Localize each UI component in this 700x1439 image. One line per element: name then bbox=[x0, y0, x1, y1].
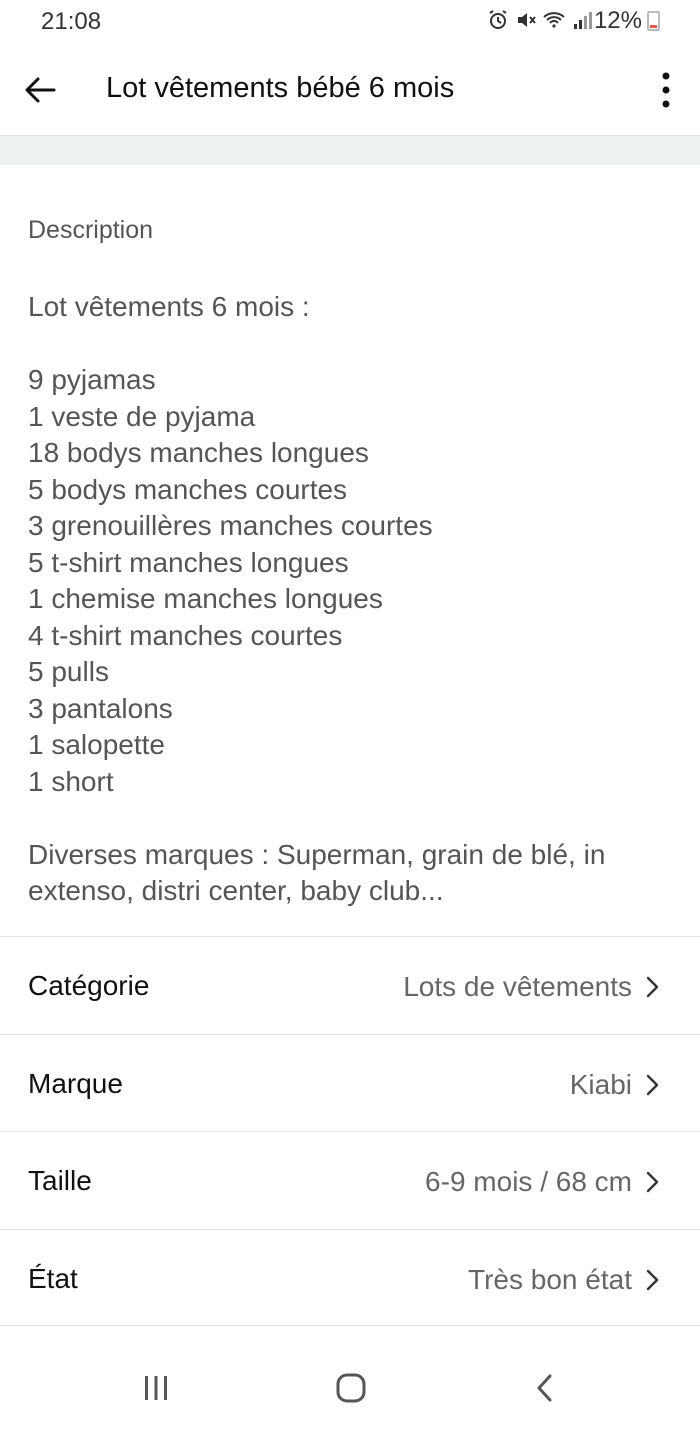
details-list: Catégorie Lots de vêtements Marque Kiabi… bbox=[0, 936, 700, 1326]
detail-row-size[interactable]: Taille 6-9 mois / 68 cm bbox=[0, 1131, 700, 1229]
section-separator bbox=[0, 137, 700, 165]
back-arrow-icon[interactable] bbox=[20, 70, 60, 110]
wifi-icon bbox=[543, 12, 565, 28]
chevron-right-icon bbox=[646, 1269, 659, 1290]
status-time: 21:08 bbox=[41, 8, 102, 35]
status-bar: 21:08 12% bbox=[0, 0, 700, 44]
detail-row-brand[interactable]: Marque Kiabi bbox=[0, 1033, 700, 1132]
detail-label: Taille bbox=[28, 1165, 92, 1196]
detail-row-category[interactable]: Catégorie Lots de vêtements bbox=[0, 936, 700, 1034]
chevron-right-icon bbox=[646, 976, 659, 998]
more-options-icon[interactable] bbox=[656, 68, 676, 112]
detail-value: Très bon état bbox=[468, 1263, 632, 1295]
status-icons bbox=[486, 8, 594, 32]
chevron-right-icon bbox=[646, 1074, 659, 1095]
detail-value: Kiabi bbox=[569, 1068, 632, 1100]
nav-back-icon[interactable] bbox=[535, 1373, 555, 1403]
description-label: Description bbox=[28, 216, 154, 244]
battery-percent: 12% bbox=[593, 7, 642, 34]
home-icon[interactable] bbox=[336, 1373, 366, 1403]
mute-icon bbox=[518, 13, 536, 27]
app-bar: Lot vêtements bébé 6 mois bbox=[0, 44, 700, 136]
chevron-right-icon bbox=[646, 1171, 659, 1193]
detail-value: Lots de vêtements bbox=[403, 971, 632, 1002]
alarm-icon bbox=[489, 10, 507, 29]
detail-label: État bbox=[28, 1262, 78, 1294]
detail-label: Marque bbox=[28, 1067, 123, 1099]
system-nav-bar bbox=[0, 1344, 700, 1439]
description-section: Description Lot vêtements 6 mois : 9 pyj… bbox=[0, 165, 700, 936]
detail-value: 6-9 mois / 68 cm bbox=[425, 1166, 632, 1197]
page-title: Lot vêtements bébé 6 mois bbox=[106, 72, 455, 104]
signal-icon bbox=[574, 12, 592, 29]
detail-label: Catégorie bbox=[28, 970, 150, 1001]
battery-icon bbox=[647, 11, 660, 31]
description-text: Lot vêtements 6 mois : 9 pyjamas 1 veste… bbox=[28, 291, 606, 906]
detail-row-condition[interactable]: État Très bon état bbox=[0, 1228, 700, 1326]
recent-apps-icon[interactable] bbox=[142, 1375, 170, 1401]
